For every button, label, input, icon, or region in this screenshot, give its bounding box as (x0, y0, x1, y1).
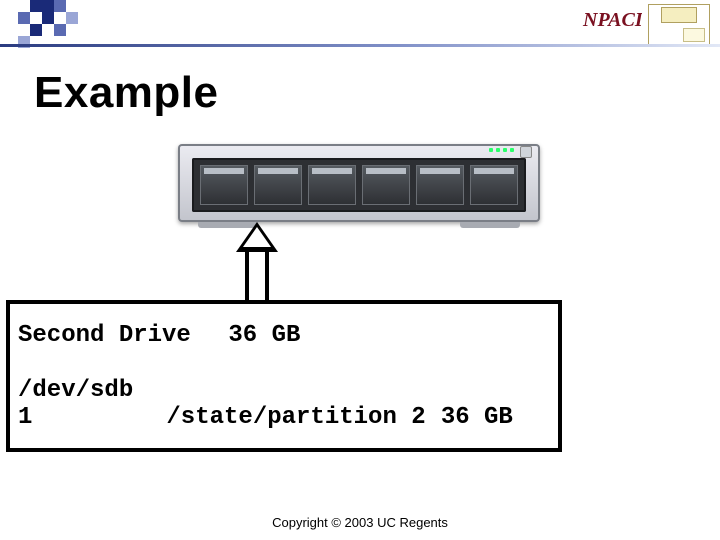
partition-line: /dev/sdb 1 /state/partition 2 36 GB (18, 377, 550, 431)
server-image (178, 144, 540, 222)
badge-logo (648, 4, 710, 46)
header-divider (0, 44, 720, 47)
partition-mount: /state/partition 2 (166, 404, 426, 431)
drive-line: Second Drive 36 GB (18, 322, 550, 349)
npaci-logo-text: NPACI (582, 9, 642, 31)
copyright-footer: Copyright © 2003 UC Regents (0, 515, 720, 530)
decorative-checker (0, 0, 150, 48)
partition-size: 36 GB (441, 404, 513, 431)
partition-device: /dev/sdb 1 (18, 377, 152, 431)
drive-label: Second Drive (18, 322, 214, 349)
npaci-logo: NPACI (582, 4, 642, 36)
arrow-up-icon (236, 222, 278, 302)
drive-info-box: Second Drive 36 GB /dev/sdb 1 /state/par… (6, 300, 562, 452)
drive-size: 36 GB (228, 322, 300, 349)
slide-title: Example (34, 68, 218, 118)
